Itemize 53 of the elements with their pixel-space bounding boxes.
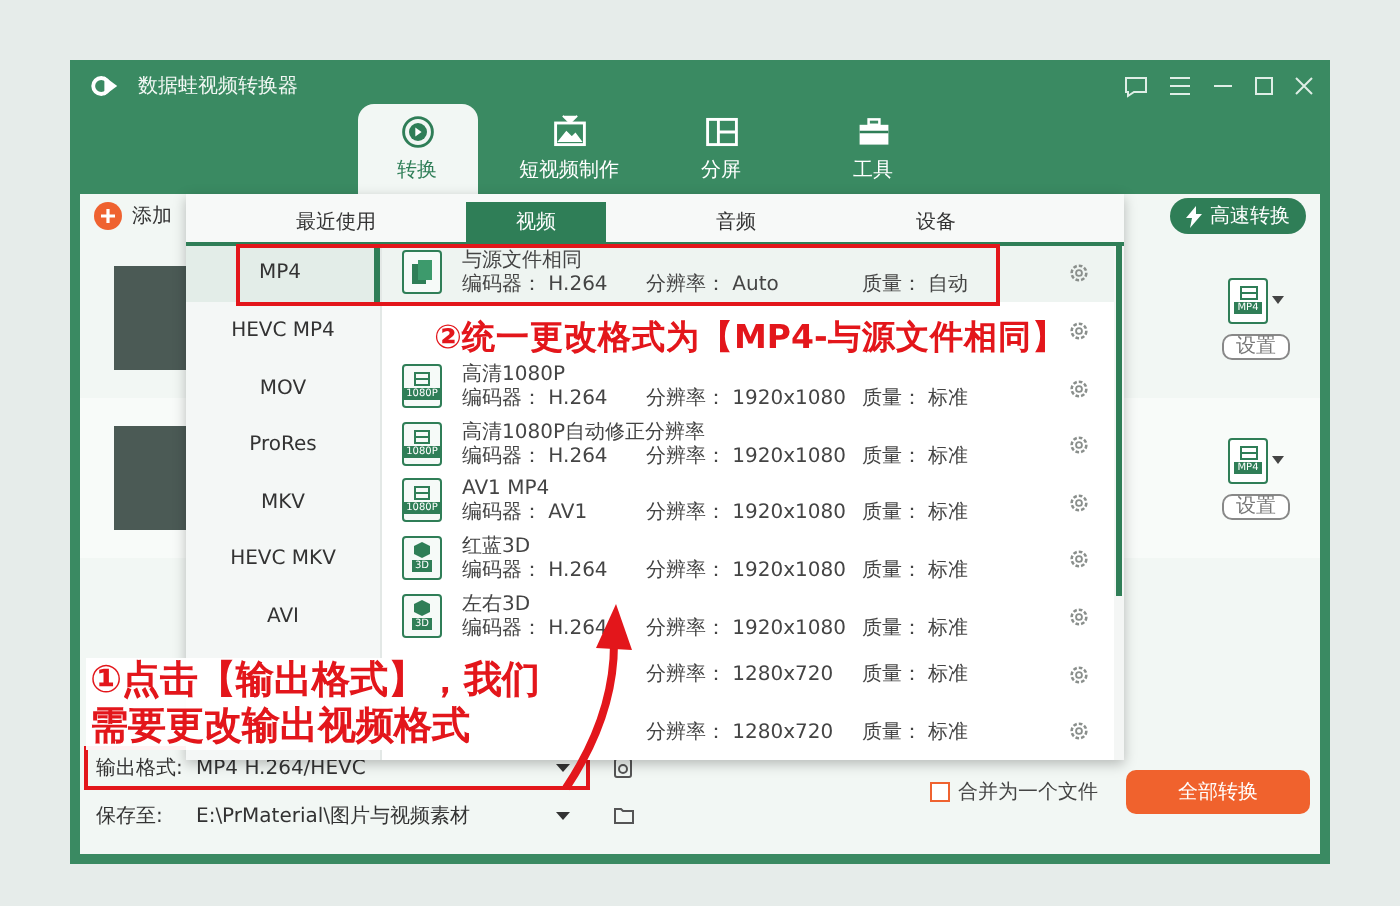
resolution-text: 分辨率： 1920x1080 bbox=[646, 502, 848, 527]
format-item[interactable]: ProRes bbox=[186, 416, 380, 475]
encoder-text: 编码器： H.264 bbox=[462, 559, 610, 584]
format-item[interactable]: MOV bbox=[186, 359, 380, 417]
popup-tab[interactable]: 音频 bbox=[666, 201, 806, 242]
settings-button[interactable]: 设置 bbox=[1222, 333, 1290, 359]
encoder-text: 编码器： AV1 bbox=[462, 502, 590, 527]
encoder-text: 编码器： H.264 bbox=[462, 273, 610, 298]
main-tab[interactable]: 转换 bbox=[357, 104, 477, 194]
preset-row[interactable]: 与源文件相同 编码器： H.264 分辨率： Auto 质量： 自动 bbox=[382, 245, 1114, 303]
quality-text: 质量： 标准 bbox=[862, 617, 969, 642]
quality-text: 质量： 标准 bbox=[862, 445, 969, 470]
popup-tab[interactable]: 最近使用 bbox=[266, 201, 406, 242]
main-tab[interactable]: 分屏 bbox=[661, 104, 781, 194]
main-tab[interactable]: 工具 bbox=[813, 104, 933, 194]
quality-text: 质量： 标准 bbox=[862, 661, 971, 689]
merge-label: 合并为一个文件 bbox=[958, 779, 1098, 806]
format-item[interactable]: MKV bbox=[186, 474, 380, 532]
resolution-text: 分辨率： 1920x1080 bbox=[646, 559, 848, 584]
format-item[interactable]: MP4 bbox=[186, 245, 380, 303]
resolution-text: 分辨率： Auto bbox=[646, 273, 781, 298]
save-path-dropdown[interactable]: 保存至: E:\PrMaterial\图片与视频素材 bbox=[84, 794, 590, 838]
resolution-text: 分辨率： 1280x720 bbox=[646, 719, 836, 746]
resolution-text: 分辨率： 1280x720 bbox=[646, 661, 836, 689]
popup-tab[interactable]: 视频 bbox=[466, 201, 606, 242]
encoder-text: 编码器： H.264 bbox=[462, 388, 610, 413]
quality-text: 质量： 标准 bbox=[862, 388, 969, 413]
preset-name: 左右3D bbox=[462, 593, 533, 617]
format-item[interactable]: HEVC MP4 bbox=[186, 302, 380, 360]
format-item[interactable]: AVI bbox=[186, 588, 380, 646]
quality-text: 质量： 标准 bbox=[862, 559, 969, 584]
fast-convert-button[interactable]: 高速转换 bbox=[1170, 198, 1306, 234]
resolution-text: 分辨率： 1920x1080 bbox=[646, 388, 848, 413]
quality-text: 质量： 自动 bbox=[862, 273, 969, 298]
resolution-text: 分辨率： 1920x1080 bbox=[646, 617, 848, 642]
preset-row[interactable]: 分辨率： 1280x720 质量： 标准 bbox=[646, 645, 1114, 703]
preset-name: 与源文件相同 bbox=[462, 249, 584, 273]
window-title: 数据蛙视频转换器 bbox=[138, 73, 298, 100]
preset-name: AV1 MP4 bbox=[462, 478, 552, 501]
encoder-text: 编码器： H.264 bbox=[462, 617, 610, 642]
settings-button[interactable]: 设置 bbox=[1222, 493, 1290, 519]
quality-text: 质量： 标准 bbox=[862, 502, 969, 527]
format-item[interactable]: HEVC MKV bbox=[186, 531, 380, 589]
preset-name: 高清1080P bbox=[462, 364, 567, 387]
add-files-button[interactable]: 添加 bbox=[94, 202, 172, 230]
preset-name: 高清1080P自动修正分辨率 bbox=[462, 421, 707, 445]
resolution-text: 分辨率： 1920x1080 bbox=[646, 445, 848, 470]
popup-tab[interactable]: 设备 bbox=[866, 201, 1006, 242]
encoder-text: 编码器： H.264 bbox=[462, 445, 610, 470]
preset-row[interactable]: 分辨率： 1280x720 质量： 标准 bbox=[646, 702, 1114, 760]
quality-text: 质量： 标准 bbox=[862, 719, 971, 746]
main-tab[interactable]: 短视频制作 bbox=[509, 104, 629, 194]
preset-name: 红蓝3D bbox=[462, 535, 533, 559]
